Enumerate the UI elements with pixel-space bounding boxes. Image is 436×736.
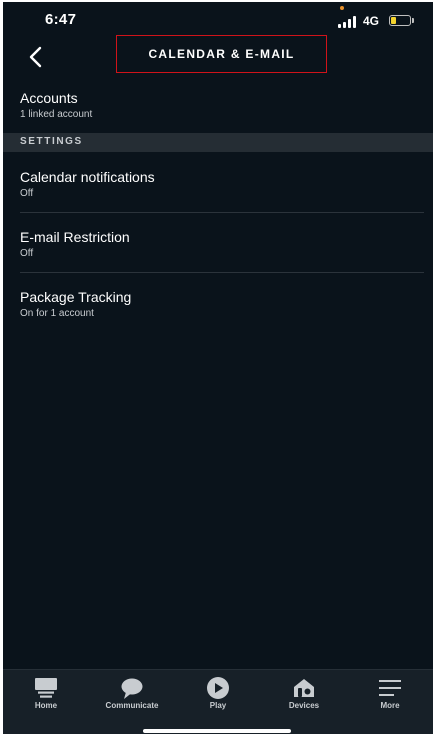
nav-more-label: More — [380, 701, 400, 710]
nav-communicate-label: Communicate — [105, 701, 159, 710]
calendar-notifications-status: Off — [20, 188, 34, 199]
battery-cap — [412, 18, 414, 23]
calendar-notifications-row[interactable]: Calendar notifications Off — [20, 168, 424, 201]
package-tracking-title: Package Tracking — [20, 289, 132, 305]
nav-communicate[interactable]: Communicate — [89, 670, 175, 720]
nav-play[interactable]: Play — [175, 670, 261, 720]
email-restriction-row[interactable]: E-mail Restriction Off — [20, 228, 424, 261]
network-type: 4G — [363, 14, 380, 28]
bottom-navigation-bar: Home Communicate Play Devices More — [3, 669, 433, 734]
battery-level — [391, 17, 396, 24]
home-indicator[interactable] — [143, 729, 291, 733]
calendar-notifications-title: Calendar notifications — [20, 169, 155, 185]
package-tracking-row[interactable]: Package Tracking On for 1 account — [20, 288, 424, 321]
page-title: CALENDAR & E-MAIL — [148, 47, 295, 61]
email-restriction-title: E-mail Restriction — [20, 229, 130, 245]
menu-icon — [379, 680, 401, 696]
divider — [20, 212, 424, 213]
page-title-highlight: CALENDAR & E-MAIL — [116, 35, 327, 73]
devices-icon — [294, 679, 314, 697]
home-icon — [35, 678, 57, 698]
back-button[interactable] — [21, 40, 51, 74]
accounts-row[interactable]: Accounts 1 linked account — [20, 89, 424, 122]
divider — [20, 272, 424, 273]
status-time: 6:47 — [45, 11, 77, 28]
nav-devices[interactable]: Devices — [261, 670, 347, 720]
nav-home-label: Home — [34, 701, 58, 710]
package-tracking-status: On for 1 account — [20, 308, 94, 319]
battery-icon — [389, 15, 411, 26]
settings-section-header: SETTINGS — [3, 133, 433, 152]
email-restriction-status: Off — [20, 248, 34, 259]
nav-home[interactable]: Home — [3, 670, 89, 720]
accounts-subtitle: 1 linked account — [20, 109, 93, 120]
nav-devices-label: Devices — [288, 701, 320, 710]
nav-more[interactable]: More — [347, 670, 433, 720]
chat-bubble-icon — [121, 678, 143, 699]
signal-bars-icon — [338, 16, 358, 28]
calendar-email-screen: 6:47 4G CALENDAR & E-MAIL Accounts 1 lin… — [3, 2, 433, 734]
nav-play-label: Play — [209, 701, 227, 710]
chevron-left-icon — [29, 46, 42, 68]
microphone-indicator-dot — [340, 6, 344, 10]
settings-section-label: SETTINGS — [20, 136, 83, 147]
status-bar: 6:47 4G — [3, 2, 433, 38]
play-icon — [207, 677, 229, 699]
accounts-title: Accounts — [20, 90, 78, 106]
